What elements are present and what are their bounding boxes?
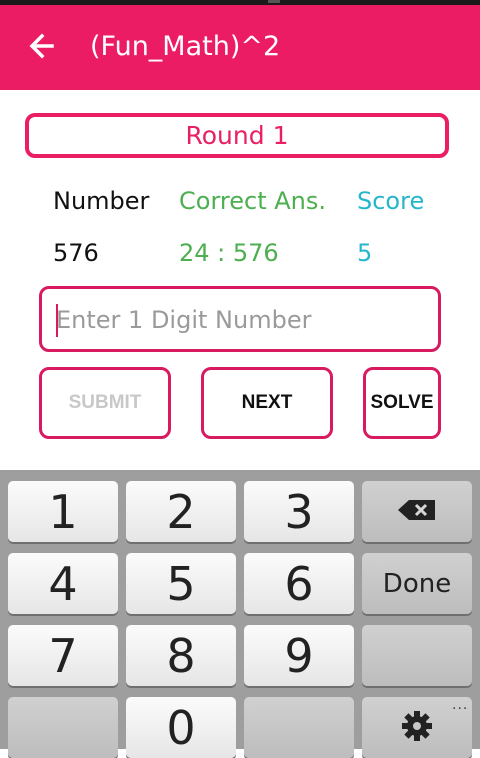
score-header: Score <box>357 187 425 215</box>
key-8[interactable]: 8 <box>126 625 236 686</box>
status-indicator <box>268 0 280 3</box>
key-1[interactable]: 1 <box>8 481 118 542</box>
app-title: (Fun_Math)^2 <box>90 31 281 62</box>
next-button[interactable]: NEXT <box>201 367 333 439</box>
app-bar: (Fun_Math)^2 <box>0 5 480 90</box>
score-value: 5 <box>357 239 373 267</box>
back-arrow-icon[interactable] <box>24 28 60 64</box>
gear-icon <box>400 709 434 747</box>
correct-answer-header: Correct Ans. <box>179 187 326 215</box>
solve-button[interactable]: SOLVE <box>363 367 441 439</box>
number-header: Number <box>53 187 150 215</box>
round-label: Round 1 <box>185 121 289 150</box>
answer-input[interactable] <box>56 297 426 343</box>
key-3[interactable]: 3 <box>244 481 354 542</box>
more-indicator: ... <box>452 697 469 713</box>
round-indicator: Round 1 <box>25 113 449 158</box>
numeric-keyboard: 1 2 3 4 5 6 Done 7 8 9 0 ... <box>0 470 480 758</box>
key-7[interactable]: 7 <box>8 625 118 686</box>
key-5[interactable]: 5 <box>126 553 236 614</box>
backspace-key[interactable] <box>362 481 472 542</box>
key-2[interactable]: 2 <box>126 481 236 542</box>
submit-button[interactable]: SUBMIT <box>39 367 171 439</box>
empty-key <box>362 625 472 686</box>
correct-answer-value: 24 : 576 <box>179 239 279 267</box>
done-key[interactable]: Done <box>362 553 472 614</box>
backspace-icon <box>397 499 437 525</box>
number-value: 576 <box>53 239 99 267</box>
key-9[interactable]: 9 <box>244 625 354 686</box>
key-4[interactable]: 4 <box>8 553 118 614</box>
answer-input-box[interactable] <box>39 286 441 352</box>
key-6[interactable]: 6 <box>244 553 354 614</box>
